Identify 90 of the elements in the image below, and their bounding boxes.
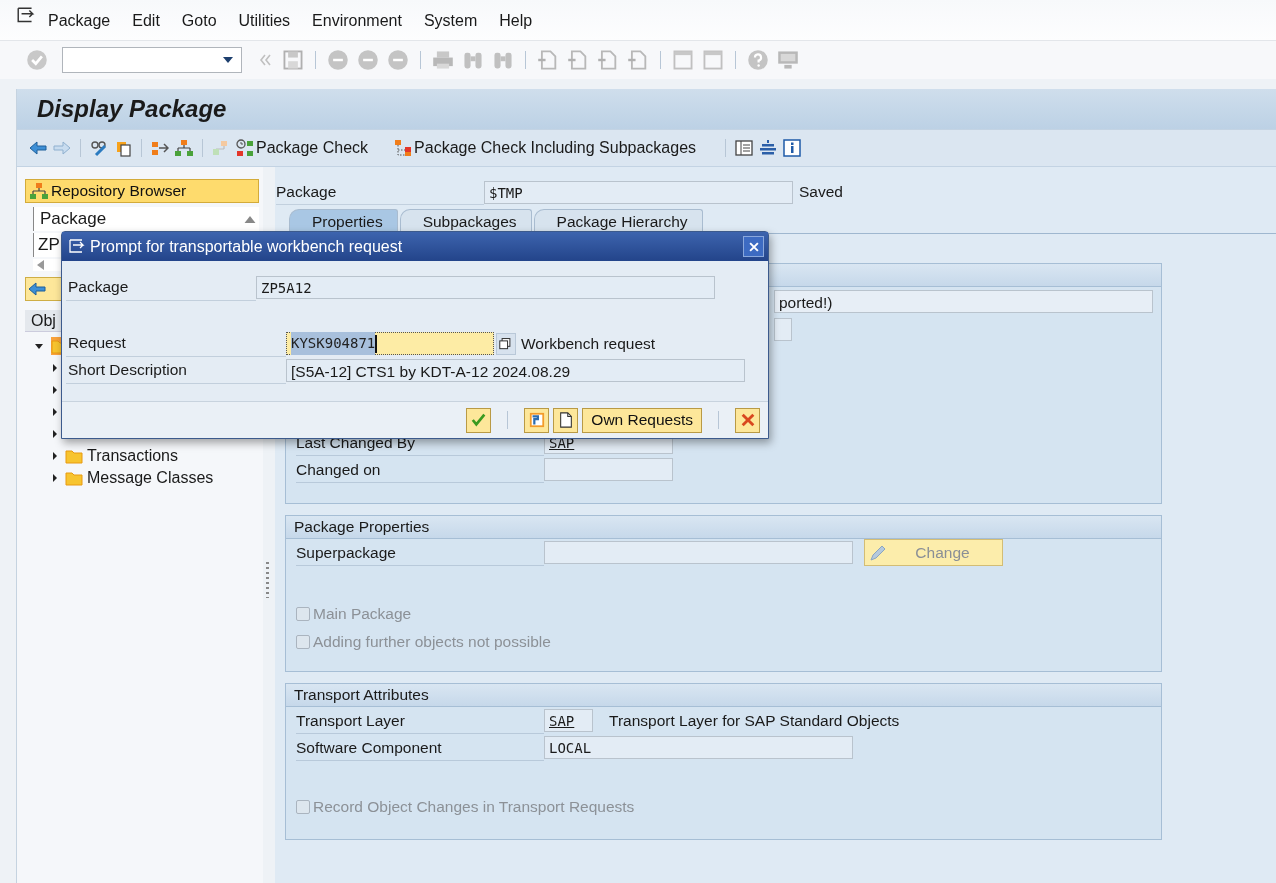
tree-item[interactable]: Message Classes	[87, 469, 214, 487]
back-arrow-icon[interactable]	[28, 280, 46, 298]
menu-item[interactable]: System	[423, 10, 478, 30]
expand-icon[interactable]	[53, 364, 57, 372]
confirm-button[interactable]	[466, 407, 492, 433]
input-field[interactable]: ported!)	[774, 289, 1153, 313]
own-requests-button[interactable]: Own Requests	[582, 407, 702, 433]
field-label: Software Component	[296, 734, 544, 761]
input-field[interactable]: SAP	[544, 709, 593, 732]
checkbox-label: Adding further objects not possible	[313, 633, 551, 651]
new-request-button[interactable]	[553, 407, 579, 433]
field-label: Transport Layer	[296, 707, 544, 734]
menu-item[interactable]: Edit	[132, 10, 160, 30]
first-page-icon[interactable]	[537, 49, 559, 71]
input-field[interactable]	[774, 317, 792, 341]
hierarchy-icon	[30, 182, 48, 200]
pencil-icon	[869, 543, 887, 562]
menu-item[interactable]: Package	[48, 10, 111, 30]
last-page-icon[interactable]	[627, 49, 649, 71]
field-label: Superpackage	[296, 539, 544, 566]
object-type-dropdown[interactable]: Package	[33, 207, 259, 231]
field-label: Short Description	[66, 357, 286, 384]
toolbar-button[interactable]: Package Check Including Subpackages	[394, 139, 697, 157]
collapse-icon[interactable]	[35, 343, 43, 349]
display-change-icon[interactable]	[90, 139, 108, 157]
field-label: Package	[276, 179, 484, 205]
menu-item[interactable]: Environment	[312, 10, 402, 30]
input-field[interactable]	[544, 541, 853, 564]
transport-icon	[528, 412, 545, 428]
tree-item[interactable]: Transactions	[87, 447, 178, 465]
group-title: Package Properties	[294, 518, 430, 536]
close-button[interactable]	[743, 236, 764, 257]
transport-button[interactable]	[524, 407, 550, 433]
layout-icon[interactable]	[735, 139, 754, 157]
checkmark-icon	[470, 412, 487, 428]
back-arrow-icon[interactable]	[29, 139, 47, 157]
checkbox-label: Main Package	[313, 605, 412, 623]
dropdown-caret-icon[interactable]	[223, 57, 233, 63]
description-field[interactable]: [S5A-12] CTS1 by KDT-A-12 2024.08.29	[286, 359, 745, 382]
horizontal-scrollbar[interactable]	[33, 259, 63, 271]
expand-icon[interactable]	[53, 386, 57, 394]
checkbox-label: Record Object Changes in Transport Requests	[313, 798, 635, 816]
field-label: Request	[66, 330, 286, 357]
hierarchy-icon[interactable]	[175, 139, 193, 157]
input-field[interactable]	[544, 458, 673, 481]
copy-icon	[499, 336, 513, 351]
repository-browser-button[interactable]: Repository Browser	[25, 179, 259, 203]
dialog-title: Prompt for transportable workbench request	[90, 237, 404, 256]
splitter-grip[interactable]	[266, 562, 269, 598]
package-field[interactable]: ZP5A12	[256, 276, 715, 299]
request-type: Workbench request	[521, 334, 656, 353]
status-text: Saved	[799, 183, 843, 201]
field-label: Changed on	[296, 456, 544, 483]
next-page-icon[interactable]	[597, 49, 619, 71]
info-icon[interactable]	[783, 139, 802, 157]
folder-icon	[65, 447, 83, 465]
shortcut-icon[interactable]	[702, 49, 724, 71]
enter-icon[interactable]	[26, 49, 48, 71]
menu-item[interactable]: Help	[499, 10, 533, 30]
menu-item[interactable]: Utilities	[238, 10, 291, 30]
folder-icon	[65, 469, 83, 487]
cancel-button[interactable]	[735, 407, 760, 433]
new-session-icon[interactable]	[672, 49, 694, 71]
field-description: Transport Layer for SAP Standard Objects	[609, 711, 900, 730]
request-field[interactable]: KYSK904871	[286, 332, 494, 355]
save-icon[interactable]	[282, 49, 304, 71]
input-field[interactable]: LOCAL	[544, 736, 853, 759]
navigation-buttons[interactable]	[25, 277, 63, 301]
cross-icon	[739, 412, 756, 428]
expand-icon[interactable]	[53, 408, 57, 416]
monitor-icon[interactable]	[777, 49, 799, 71]
forward-arrow-icon[interactable]	[53, 139, 71, 157]
group-title: Transport Attributes	[294, 686, 429, 704]
expand-icon[interactable]	[53, 452, 57, 460]
command-field[interactable]	[62, 47, 242, 73]
menu-item[interactable]: Goto	[181, 10, 217, 30]
clipboard-icon[interactable]	[114, 139, 132, 157]
print-icon[interactable]	[432, 49, 454, 71]
expand-icon[interactable]	[53, 430, 57, 438]
copy-button[interactable]	[496, 332, 516, 355]
expand-icon[interactable]	[53, 474, 57, 482]
screen-title: Display Package	[17, 89, 1276, 129]
dialog-icon	[68, 237, 86, 256]
help-icon[interactable]	[747, 49, 769, 71]
toolbar-button[interactable]: Package Check	[236, 139, 369, 157]
previous-page-icon[interactable]	[567, 49, 589, 71]
move-icon[interactable]	[151, 139, 169, 157]
document-icon	[557, 412, 574, 428]
stack-icon[interactable]	[759, 139, 778, 157]
package-field[interactable]: $TMP	[484, 180, 793, 204]
